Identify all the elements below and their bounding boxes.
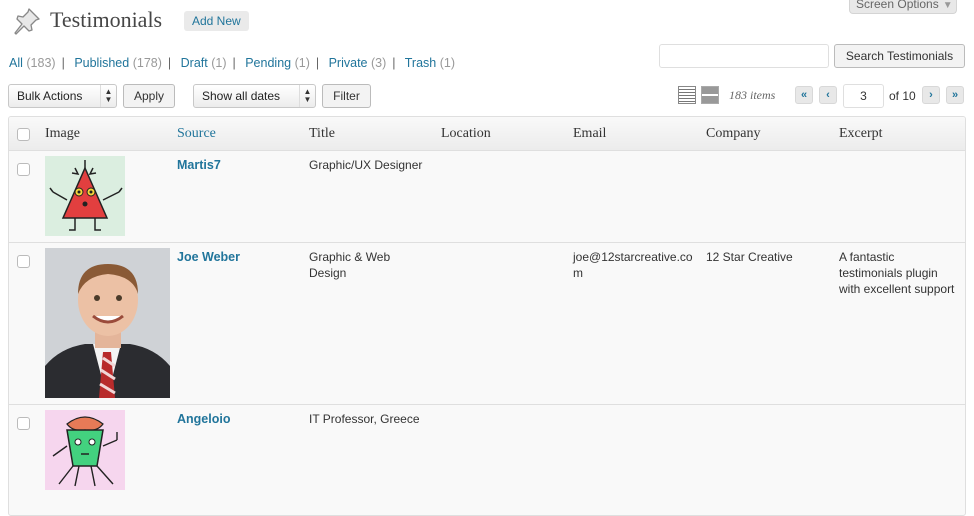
column-header-location: Location xyxy=(441,126,491,141)
bulk-actions-value: Bulk Actions xyxy=(17,89,83,103)
current-page-input[interactable]: 3 xyxy=(843,84,884,108)
row-source-link[interactable]: Angeloio xyxy=(177,411,230,427)
status-link-draft[interactable]: Draft xyxy=(181,56,208,70)
last-page-button[interactable]: » xyxy=(946,86,964,104)
row-checkbox[interactable] xyxy=(17,417,30,430)
row-source-link[interactable]: Joe Weber xyxy=(177,249,240,265)
status-count: (178) xyxy=(132,56,162,70)
items-count: 183 items xyxy=(729,88,776,102)
next-page-button[interactable]: › xyxy=(922,86,940,104)
testimonials-table: Image Source Title Location Email Compan… xyxy=(8,116,966,516)
filter-button[interactable]: Filter xyxy=(322,84,371,108)
dates-filter-select[interactable]: Show all dates ▲ ▼ xyxy=(193,84,316,108)
row-checkbox[interactable] xyxy=(17,255,30,268)
table-header: Image Source Title Location Email Compan… xyxy=(9,117,965,151)
status-filter-links: All (183) | Published (178) | Draft (1) | P… xyxy=(9,56,456,70)
status-link-pending[interactable]: Pending xyxy=(245,56,291,70)
column-header-email: Email xyxy=(573,126,607,141)
table-row: Martis7 Graphic/UX Designer xyxy=(9,151,965,243)
add-new-button[interactable]: Add New xyxy=(184,11,249,31)
status-link-published[interactable]: Published xyxy=(74,56,129,70)
screen-options-tab[interactable]: Screen Options ▼ xyxy=(849,0,957,14)
first-page-button[interactable]: « xyxy=(795,86,813,104)
status-count: (1) xyxy=(294,56,310,70)
row-excerpt: A fantastic testimonials plugin with exc… xyxy=(839,250,955,296)
pushpin-icon xyxy=(14,8,40,35)
table-row: Joe Weber Graphic & Web Design joe@12sta… xyxy=(9,243,965,405)
bulk-actions-select[interactable]: Bulk Actions ▲ ▼ xyxy=(8,84,117,108)
row-checkbox[interactable] xyxy=(17,163,30,176)
select-arrows-icon: ▲ ▼ xyxy=(100,85,116,107)
search-testimonials-button[interactable]: Search Testimonials xyxy=(834,44,965,68)
status-link-trash[interactable]: Trash xyxy=(405,56,437,70)
status-count: (3) xyxy=(370,56,387,70)
screen-options-label: Screen Options xyxy=(856,0,939,11)
page-title: Testimonials xyxy=(50,7,163,32)
list-view-icon[interactable] xyxy=(678,86,696,104)
prev-page-button[interactable]: ‹ xyxy=(819,86,837,104)
status-count: (1) xyxy=(439,56,456,70)
total-pages: of 10 xyxy=(889,89,916,103)
martis7-avatar xyxy=(45,156,125,236)
angeloio-avatar xyxy=(45,410,125,490)
status-count: (1) xyxy=(211,56,227,70)
column-header-excerpt: Excerpt xyxy=(839,126,883,141)
search-input[interactable] xyxy=(659,44,829,68)
select-arrows-icon: ▲ ▼ xyxy=(299,85,315,107)
column-header-source[interactable]: Source xyxy=(177,126,216,142)
apply-button[interactable]: Apply xyxy=(123,84,175,108)
status-count: (183) xyxy=(26,56,56,70)
table-row: Angeloio IT Professor, Greece xyxy=(9,405,965,515)
status-link-all[interactable]: All xyxy=(9,56,23,70)
column-header-company: Company xyxy=(706,126,761,141)
select-all-checkbox[interactable] xyxy=(17,128,30,141)
joe-weber-photo xyxy=(45,248,170,398)
row-title: Graphic & Web Design xyxy=(309,250,391,280)
row-company: 12 Star Creative xyxy=(706,250,793,264)
row-source-link[interactable]: Martis7 xyxy=(177,157,221,173)
row-title: IT Professor, Greece xyxy=(309,412,420,426)
column-header-title: Title xyxy=(309,126,335,141)
dates-filter-value: Show all dates xyxy=(202,89,281,103)
status-link-private[interactable]: Private xyxy=(329,56,368,70)
caret-down-icon: ▼ xyxy=(942,0,953,11)
column-header-image: Image xyxy=(45,126,80,141)
excerpt-view-icon[interactable] xyxy=(701,86,719,104)
row-email-link[interactable]: joe@12starcreative.com xyxy=(573,249,693,281)
row-title: Graphic/UX Designer xyxy=(309,158,423,172)
